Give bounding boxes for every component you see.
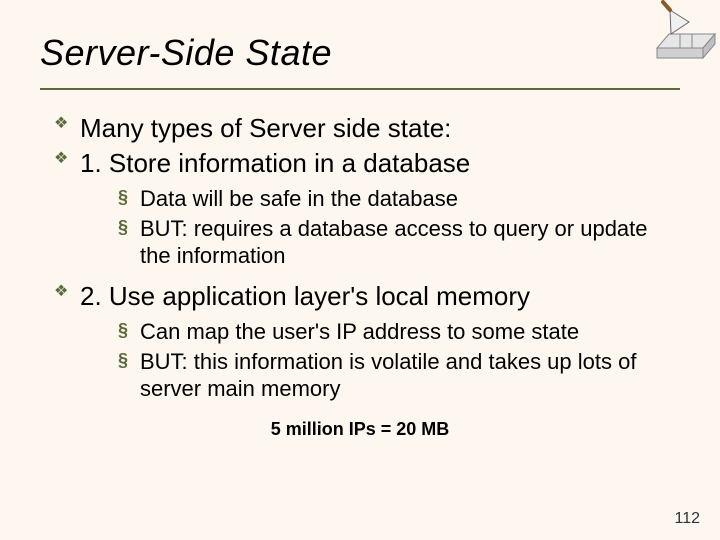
sub-bullet-list: Data will be safe in the database BUT: r… — [80, 185, 680, 270]
bullet-list: Many types of Server side state: 1. Stor… — [40, 112, 680, 403]
slide-title: Server-Side State — [40, 32, 680, 74]
sub-bullet-list: Can map the user's IP address to some st… — [80, 318, 680, 403]
title-divider — [40, 88, 680, 90]
bullet-text: 2. Use application layer's local memory — [80, 281, 530, 311]
page-number: 112 — [674, 510, 700, 528]
bullet-item: 2. Use application layer's local memory … — [54, 280, 680, 403]
sub-bullet-item: BUT: this information is volatile and ta… — [118, 348, 680, 403]
sub-bullet-item: Can map the user's IP address to some st… — [118, 318, 680, 346]
footnote: 5 million IPs = 20 MB — [40, 419, 680, 440]
bullet-text: Many types of Server side state: — [80, 113, 451, 143]
bullet-text: 1. Store information in a database — [80, 148, 470, 178]
bullet-item: Many types of Server side state: — [54, 112, 680, 145]
sub-bullet-item: Data will be safe in the database — [118, 185, 680, 213]
sub-bullet-text: BUT: this information is volatile and ta… — [140, 349, 636, 402]
bullet-item: 1. Store information in a database Data … — [54, 147, 680, 270]
sub-bullet-text: BUT: requires a database access to query… — [140, 216, 648, 269]
slide: Server-Side State Many types of Server s… — [0, 0, 720, 540]
sub-bullet-text: Can map the user's IP address to some st… — [140, 319, 579, 344]
sub-bullet-text: Data will be safe in the database — [140, 186, 458, 211]
trowel-brick-icon — [635, 0, 720, 60]
sub-bullet-item: BUT: requires a database access to query… — [118, 215, 680, 270]
